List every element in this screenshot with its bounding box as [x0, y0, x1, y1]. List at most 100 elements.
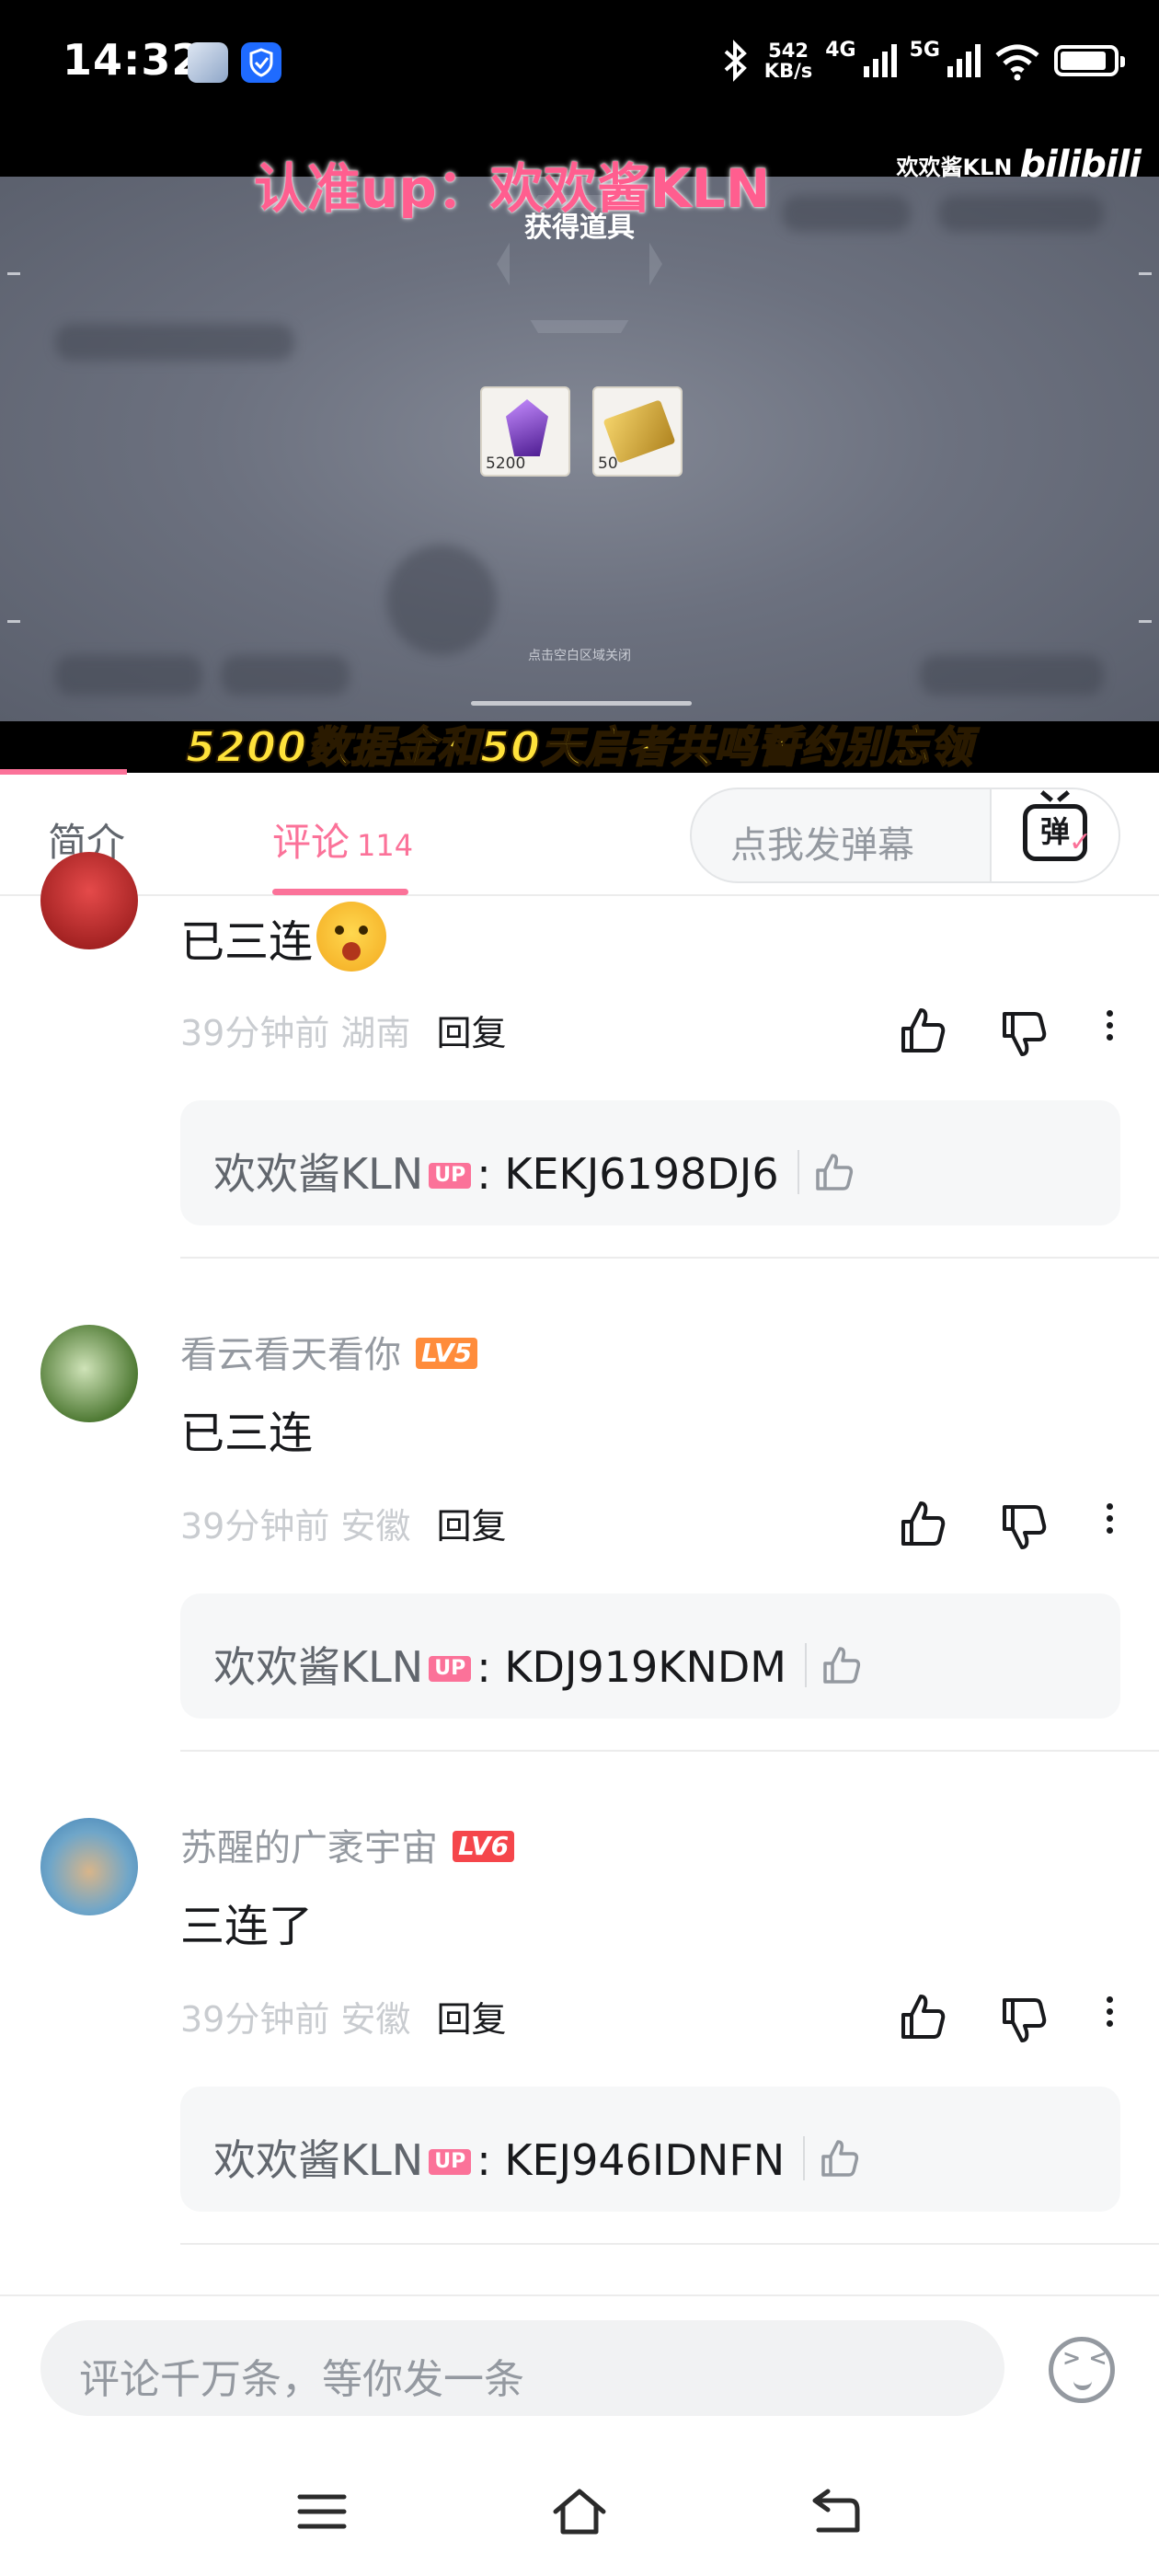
back-icon[interactable] [808, 2486, 866, 2537]
shield-notification-icon [241, 42, 281, 83]
video-watermark: 认准up：欢欢酱KLN [254, 157, 771, 220]
reply-content: : KEJ946IDNFN [476, 2135, 786, 2185]
menu-icon[interactable] [293, 2486, 351, 2537]
reply-text: 欢欢酱KLN UP: KDJ919KNDM [213, 1634, 864, 1695]
speed-unit: KB/s [763, 60, 813, 82]
screen: { "status_bar": { "time": "14:32", "spee… [0, 0, 1159, 2576]
comment-meta: 39分钟前 湖南 回复 [180, 1005, 506, 1055]
item-count: 50 [598, 454, 618, 473]
reply-button[interactable]: 回复 [436, 1999, 506, 2040]
system-nav-bar [0, 2444, 1159, 2576]
divider [180, 1257, 1159, 1259]
comment-author[interactable]: 看云看天看你 LV5 [180, 1325, 478, 1378]
reply-content: : KDJ919KNDM [476, 1642, 786, 1692]
reply-like-icon[interactable] [803, 2136, 862, 2180]
battery-icon [1054, 45, 1125, 76]
up-badge: UP [429, 1163, 472, 1189]
tab-active-indicator [272, 889, 408, 895]
like-icon[interactable] [896, 1991, 947, 2042]
comment-time-location: 39分钟前 湖南 [180, 1013, 411, 1053]
comment-item: 看云看天看你 LV5 已三连 39分钟前 安徽 回复 欢欢酱KLN UP: KDJ91… [0, 1325, 1159, 1752]
dislike-icon[interactable] [997, 1501, 1049, 1553]
reply-text: 欢欢酱KLN UP: KEJ946IDNFN [213, 2127, 862, 2188]
comment-text: 已三连 [180, 1408, 314, 1459]
comment-text: 三连了 [180, 1901, 314, 1952]
comment-meta: 39分钟前 安徽 回复 [180, 1991, 506, 2041]
signal-icon-2 [947, 44, 981, 77]
bluetooth-icon [724, 40, 747, 82]
purple-crystal-icon [506, 399, 548, 456]
comment-author[interactable]: 苏醒的广袤宇宙 LV6 [180, 1818, 515, 1871]
item-count: 5200 [486, 454, 526, 473]
more-options-icon[interactable] [1100, 1005, 1119, 1056]
reply-content: : KEKJ6198DJ6 [476, 1149, 779, 1199]
up-badge: UP [429, 2149, 472, 2175]
more-options-icon[interactable] [1100, 1498, 1119, 1549]
danmaku-toggle-button[interactable]: 弹 ✓ [990, 789, 1119, 881]
network-type-1: 4G [825, 39, 856, 62]
dislike-icon[interactable] [997, 1995, 1049, 2046]
danmaku-input[interactable]: 点我发弹幕 [730, 815, 914, 868]
comment-item: 已三连 39分钟前 湖南 回复 欢欢酱KLN UP: KEKJ6198DJ6 [0, 852, 1159, 1259]
video-player[interactable]: 获得道具 5200 50 点击空白区域关闭 [0, 177, 1159, 721]
level-badge: LV6 [453, 1831, 515, 1862]
status-indicators: 542 KB/s 4G 5G [718, 33, 1125, 88]
tab-comments[interactable]: 评论 114 [272, 811, 413, 868]
tab-comments-label: 评论 [272, 820, 350, 865]
comment-compose-bar: 评论千万条，等你发一条 [0, 2294, 1159, 2444]
bilibili-logo: bilibili [1019, 144, 1142, 186]
comment-time-location: 39分钟前 安徽 [180, 1999, 411, 2040]
wifi-icon [995, 44, 1039, 81]
comments-count: 114 [357, 828, 414, 863]
close-hint: 点击空白区域关闭 [528, 649, 631, 663]
comment-text-content: 已三连 [180, 916, 314, 968]
video-handle [471, 701, 692, 706]
comment-input-placeholder: 评论千万条，等你发一条 [79, 2356, 524, 2403]
like-icon[interactable] [896, 1005, 947, 1056]
divider [180, 1750, 1159, 1752]
dislike-icon[interactable] [997, 1008, 1049, 1060]
avatar[interactable] [40, 1325, 138, 1422]
up-badge: UP [429, 1656, 472, 1682]
app-notification-icon [188, 42, 228, 83]
bilibili-watermark: 欢欢酱KLN bilibili [896, 144, 1142, 186]
avatar[interactable] [40, 1818, 138, 1915]
reply-like-icon[interactable] [797, 1150, 856, 1194]
danmaku-icon: 弹 ✓ [1023, 804, 1092, 861]
check-icon: ✓ [1068, 826, 1092, 858]
tab-bar: 简介 评论 114 点我发弹幕 弹 ✓ [0, 775, 1159, 896]
comment-text: 已三连 [180, 902, 387, 972]
reply-author: 欢欢酱KLN [213, 1642, 424, 1692]
danmaku-icon-label: 弹 [1039, 814, 1070, 849]
network-type-2: 5G [909, 39, 940, 62]
comment-item: 苏醒的广袤宇宙 LV6 三连了 39分钟前 安徽 回复 欢欢酱KLN UP: KEJ9… [0, 1818, 1159, 2245]
up-reply[interactable]: 欢欢酱KLN UP: KDJ919KNDM [180, 1593, 1120, 1719]
up-reply[interactable]: 欢欢酱KLN UP: KEKJ6198DJ6 [180, 1100, 1120, 1225]
reply-button[interactable]: 回复 [436, 1013, 506, 1053]
like-icon[interactable] [896, 1498, 947, 1549]
divider [180, 2243, 1159, 2245]
network-speed: 542 KB/s [764, 40, 812, 81]
status-time: 14:32 [63, 35, 202, 85]
danmaku-entry[interactable]: 点我发弹幕 弹 ✓ [690, 788, 1120, 883]
avatar[interactable] [40, 852, 138, 949]
comment-input[interactable]: 评论千万条，等你发一条 [40, 2320, 1004, 2416]
username: 看云看天看你 [180, 1334, 401, 1376]
video-subtitle: 5200数据金和50天启者共鸣誓约别忘领 [185, 721, 974, 773]
video-subtitle-bar: 5200数据金和50天启者共鸣誓约别忘领 [0, 721, 1159, 773]
home-icon[interactable] [550, 2486, 609, 2537]
reply-like-icon[interactable] [804, 1643, 864, 1687]
shocked-emoji-icon [316, 902, 387, 972]
emoji-icon[interactable] [1049, 2337, 1115, 2403]
reply-author: 欢欢酱KLN [213, 1149, 424, 1199]
signal-icon [863, 44, 897, 77]
reply-button[interactable]: 回复 [436, 1506, 506, 1547]
up-reply[interactable]: 欢欢酱KLN UP: KEJ946IDNFN [180, 2087, 1120, 2212]
username: 苏醒的广袤宇宙 [180, 1827, 438, 1869]
watermark-uploader: 欢欢酱KLN [896, 154, 1013, 180]
speed-value: 542 [768, 40, 809, 62]
comment-meta: 39分钟前 安徽 回复 [180, 1498, 506, 1548]
more-options-icon[interactable] [1100, 1991, 1119, 2042]
reward-item-crystal: 5200 [480, 386, 570, 477]
comment-time-location: 39分钟前 安徽 [180, 1506, 411, 1547]
